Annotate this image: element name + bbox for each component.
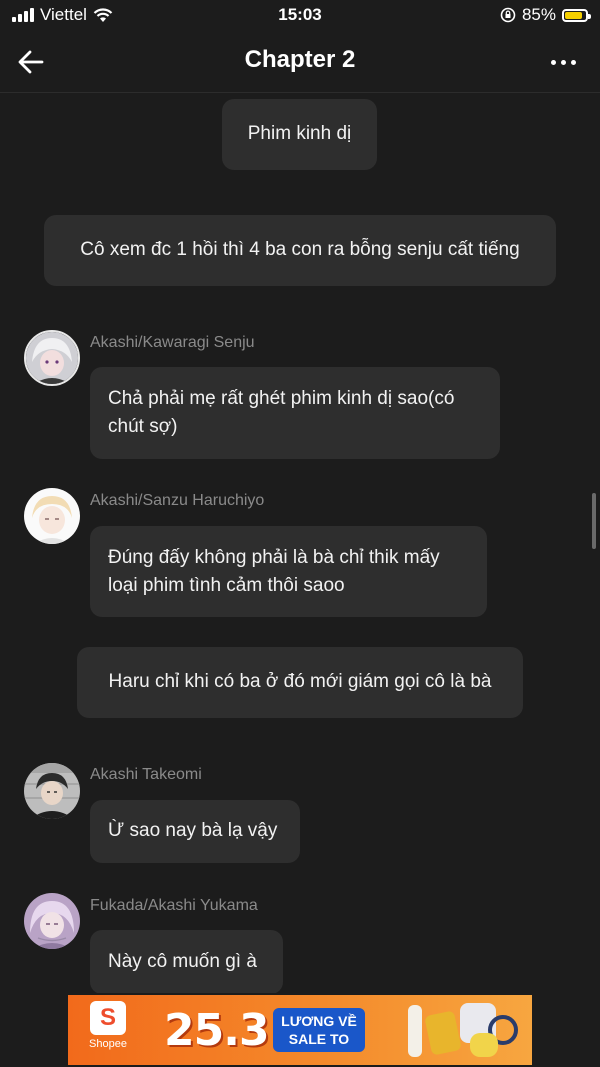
message-bubble: Ừ sao nay bà lạ vậy — [90, 800, 300, 863]
battery-level — [565, 11, 582, 19]
message-text: Phim kinh dị — [247, 123, 352, 144]
narration-bubble: Phim kinh dị — [222, 99, 377, 170]
product-snack-icon — [424, 1010, 462, 1056]
more-options-button[interactable] — [548, 52, 578, 72]
promo-line-1: LƯƠNG VỀ — [281, 1013, 357, 1029]
message-bubble: Đúng đấy không phải là bà chỉ thik mấy l… — [90, 526, 487, 617]
orientation-lock-icon — [500, 7, 516, 23]
message-bubble: Chả phải mẹ rất ghét phim kinh dị sao(có… — [90, 367, 500, 459]
avatar[interactable] — [24, 330, 80, 386]
ad-headline: 25.3 — [164, 1005, 270, 1056]
message-bubble: Này cô muốn gì à — [90, 930, 283, 994]
narration-bubble: Cô xem đc 1 hồi thì 4 ba con ra bỗng sen… — [44, 215, 556, 286]
brand-name: Shopee — [89, 1038, 127, 1050]
more-horizontal-icon — [550, 59, 556, 65]
message-text: Này cô muốn gì à — [108, 951, 257, 972]
character-name: Akashi/Kawaragi Senju — [90, 334, 255, 351]
chat-thread[interactable]: Phim kinh dị Cô xem đc 1 hồi thì 4 ba co… — [0, 93, 600, 994]
battery-percent: 85% — [521, 5, 556, 24]
chapter-header: Chapter 2 — [0, 32, 600, 93]
avatar[interactable] — [24, 488, 80, 544]
message-text: Ừ sao nay bà lạ vậy — [108, 820, 278, 841]
character-name: Fukada/Akashi Yukama — [90, 897, 258, 914]
scrollbar-thumb[interactable] — [592, 493, 596, 549]
battery-icon — [562, 8, 591, 22]
speaker-icon — [470, 1033, 498, 1057]
avatar[interactable] — [24, 893, 80, 949]
character-name: Akashi/Sanzu Haruchiyo — [90, 492, 265, 509]
narration-bubble: Haru chỉ khi có ba ở đó mới giám gọi cô … — [77, 647, 523, 718]
page-title: Chapter 2 — [244, 46, 356, 73]
ad-banner[interactable]: S Shopee 25.3 LƯƠNG VỀ SALE TO — [68, 995, 532, 1065]
message-text: Cô xem đc 1 hồi thì 4 ba con ra bỗng sen… — [80, 239, 520, 260]
ad-promo-pill: LƯƠNG VỀ SALE TO — [273, 1008, 365, 1052]
status-right: 85% — [500, 5, 591, 25]
character-name: Akashi Takeomi — [90, 766, 202, 783]
product-tube-icon — [408, 1005, 422, 1057]
status-bar: Viettel 15:03 85% — [0, 0, 600, 32]
message-text: Chả phải mẹ rất ghét phim kinh dị sao(có… — [108, 388, 455, 437]
promo-line-2: SALE TO — [288, 1031, 350, 1047]
shopee-logo: S Shopee — [76, 1001, 140, 1059]
message-text: Đúng đấy không phải là bà chỉ thik mấy l… — [108, 547, 440, 596]
shopping-bag-icon: S — [90, 1001, 126, 1035]
message-text: Haru chỉ khi có ba ở đó mới giám gọi cô … — [108, 671, 492, 692]
avatar[interactable] — [24, 763, 80, 819]
